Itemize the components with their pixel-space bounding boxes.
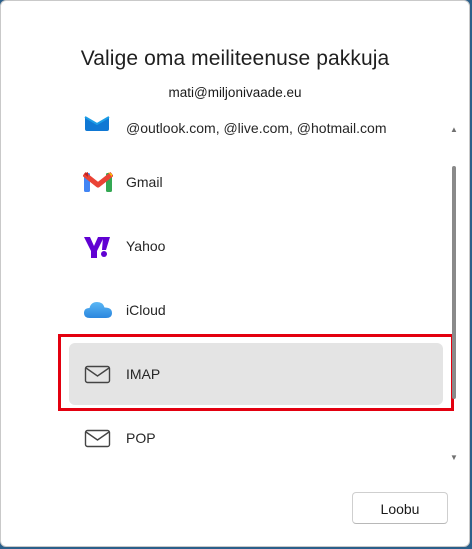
icloud-icon <box>83 296 113 324</box>
provider-label: @outlook.com, @live.com, @hotmail.com <box>126 120 387 136</box>
select-provider-dialog: Valige oma meiliteenuse pakkuja mati@mil… <box>0 0 470 547</box>
gmail-icon <box>82 168 114 196</box>
provider-label: POP <box>126 430 156 446</box>
provider-label: iCloud <box>126 302 166 318</box>
dialog-title: Valige oma meiliteenuse pakkuja <box>80 47 390 70</box>
provider-item-pop[interactable]: POP <box>69 407 443 469</box>
provider-label: Yahoo <box>126 238 166 254</box>
provider-label: Gmail <box>126 174 163 190</box>
provider-item-icloud[interactable]: iCloud <box>69 279 443 341</box>
scroll-up-arrow-icon[interactable]: ▲ <box>449 125 459 135</box>
scrollbar-thumb[interactable] <box>452 166 456 399</box>
yahoo-icon <box>83 232 113 260</box>
envelope-icon <box>83 424 113 452</box>
provider-item-gmail[interactable]: Gmail <box>69 151 443 213</box>
imap-highlight-box <box>58 334 454 411</box>
scrollbar-track[interactable] <box>449 139 459 449</box>
provider-list: @outlook.com, @live.com, @hotmail.com Gm… <box>1 111 469 469</box>
outlook-icon <box>83 114 113 142</box>
account-email: mati@miljonivaade.eu <box>168 85 302 100</box>
scroll-down-arrow-icon[interactable]: ▼ <box>449 453 459 463</box>
cancel-button[interactable]: Loobu <box>352 492 448 524</box>
provider-item-yahoo[interactable]: Yahoo <box>69 215 443 277</box>
